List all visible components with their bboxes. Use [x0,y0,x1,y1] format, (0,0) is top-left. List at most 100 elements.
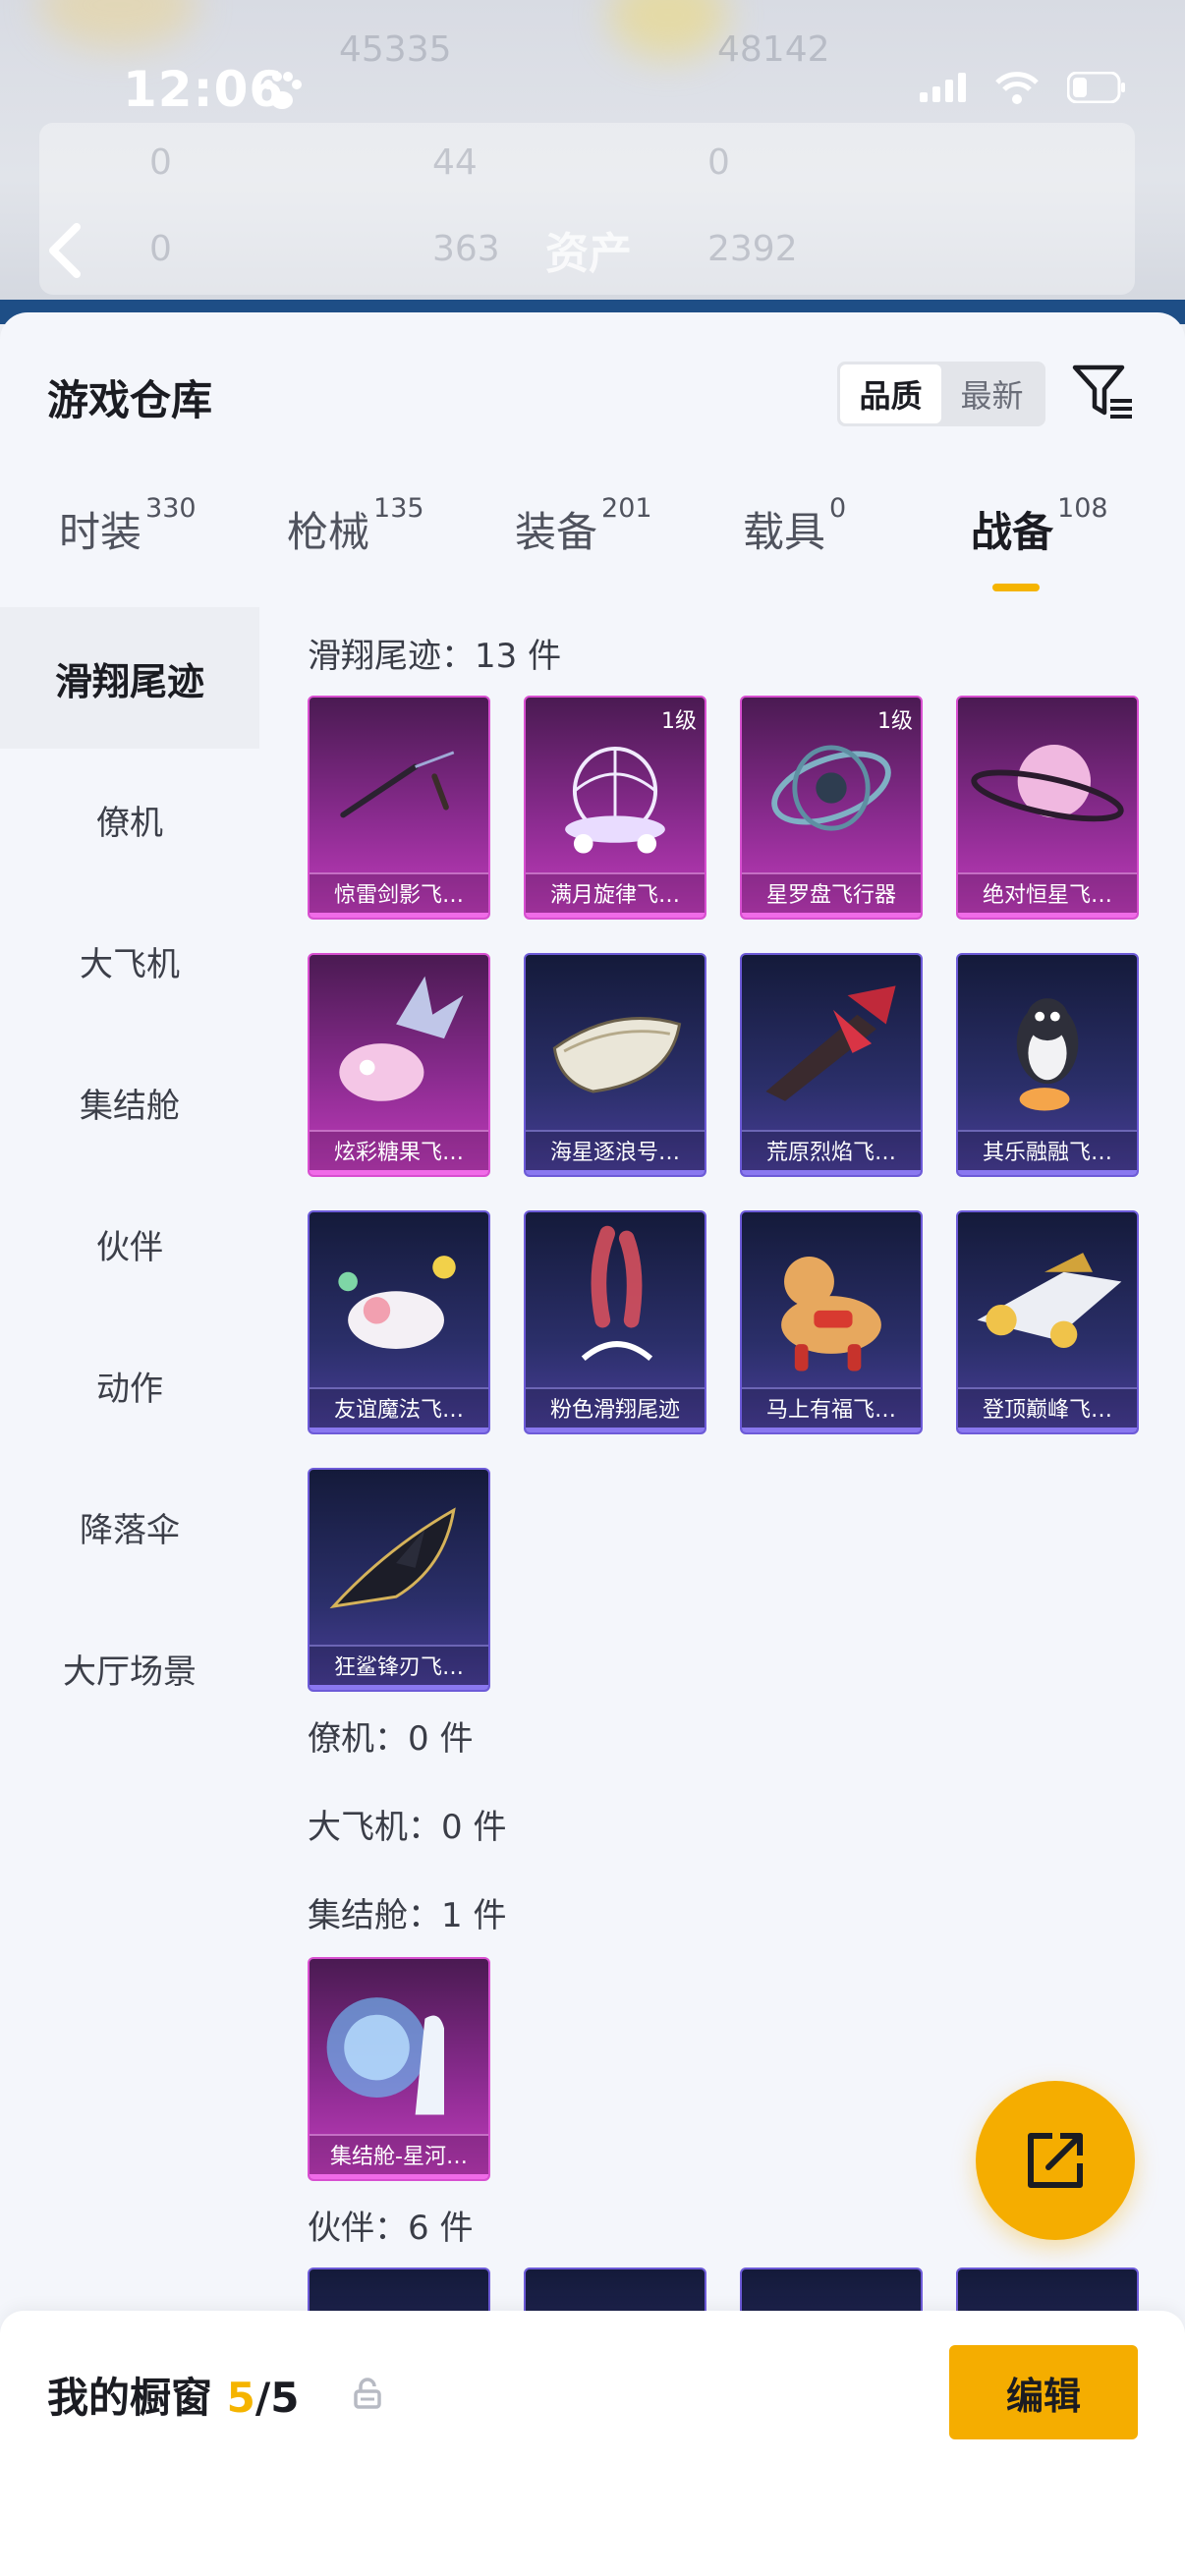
tab-count: 201 [601,493,652,524]
item-name: 粉色滑翔尾迹 [526,1387,705,1432]
pink-trail-icon [581,1225,653,1362]
ghost-number: 45335 [339,29,452,70]
tab-count: 0 [829,493,847,524]
flame-glider-icon [765,985,896,1101]
portal-icon [326,1997,444,2115]
tab-label: 时装 [59,508,142,556]
nav-item-wingman[interactable]: 僚机 [0,749,259,890]
status-icons [920,71,1126,104]
ghost-number: 48142 [717,29,830,70]
item-name: 炫彩糖果飞… [310,1130,488,1175]
section-label-big-plane: 大飞机：0 件 [308,1808,507,1847]
showcase-count-total: 5 [270,2374,300,2422]
tab-label: 装备 [515,508,598,556]
item-card[interactable]: 其乐融融飞… [956,953,1139,1177]
sort-toggle: 品质 最新 [837,362,1045,426]
item-card[interactable]: 粉色滑翔尾迹 [524,1210,706,1434]
blurred-avatar [609,0,727,59]
tab-label: 枪械 [287,508,370,556]
tab-tactical[interactable]: 战备 108 [971,493,1108,559]
ghost-number: 44 [432,142,478,183]
share-button[interactable] [976,2081,1135,2240]
section-label-assembly-pod: 集结舱：1 件 [308,1896,507,1935]
filter-icon[interactable] [1071,362,1134,422]
shark-icon [329,1507,456,1609]
item-grid: 滑翔尾迹：13 件 惊雷剑影飞… 1级 满月旋律飞… 1级 星罗盘飞行器 绝对恒… [259,607,1185,2317]
item-card[interactable]: 登顶巅峰飞… [956,1210,1139,1434]
tab-count: 135 [373,493,424,524]
item-name: 星罗盘飞行器 [742,872,921,918]
horse-icon [781,1257,881,1372]
item-card[interactable]: 1级 满月旋律飞… [524,696,706,920]
penguin-icon [1016,998,1079,1111]
showcase-bar: 我的橱窗 5/5 编辑 [0,2311,1185,2576]
nav-item-action[interactable]: 动作 [0,1315,259,1456]
item-name: 海星逐浪号… [526,1130,705,1175]
item-card[interactable]: 荒原烈焰飞… [740,953,923,1177]
item-card[interactable] [740,2268,923,2317]
level-badge: 1级 [661,709,697,734]
sort-newest-button[interactable]: 最新 [941,364,1043,423]
nav-item-lobby-scene[interactable]: 大厅场景 [0,1597,259,1739]
category-tabs: 时装 330 枪械 135 装备 201 载具 0 战备 108 [0,493,1185,597]
nav-item-big-plane[interactable]: 大飞机 [0,890,259,1032]
nav-item-parachute[interactable]: 降落伞 [0,1456,259,1597]
nav-item-assembly-pod[interactable]: 集结舱 [0,1032,259,1173]
item-name: 荒原烈焰飞… [742,1130,921,1175]
lock-icon [354,2378,381,2409]
item-card[interactable]: 惊雷剑影飞… [308,696,490,920]
showcase-label: 我的橱窗 [47,2374,213,2422]
paw-icon [263,72,302,109]
planet-icon [971,744,1124,822]
nav-item-partner[interactable]: 伙伴 [0,1173,259,1315]
blurred-avatar [39,0,197,49]
item-card[interactable] [956,2268,1139,2317]
item-card[interactable]: 友谊魔法飞… [308,1210,490,1434]
item-card[interactable]: 狂鲨锋刃飞… [308,1468,490,1692]
tab-label: 载具 [743,508,826,556]
item-name: 友谊魔法飞… [310,1387,488,1432]
back-icon[interactable] [43,221,86,280]
item-card[interactable]: 集结舱-星河… [308,1957,490,2181]
tab-label: 战备 [971,508,1054,556]
tab-fashion[interactable]: 时装 330 [59,493,197,559]
item-card[interactable]: 马上有福飞… [740,1210,923,1434]
tab-active-indicator [992,584,1040,591]
item-card[interactable]: 1级 星罗盘飞行器 [740,696,923,920]
item-card[interactable] [524,2268,706,2317]
ghost-number: 0 [149,229,172,269]
item-card[interactable]: 海星逐浪号… [524,953,706,1177]
boat-icon [552,1017,682,1093]
signal-icon [920,73,966,102]
showcase-count-separator: / [254,2374,271,2422]
item-card[interactable]: 炫彩糖果飞… [308,953,490,1177]
tab-equipment[interactable]: 装备 201 [515,493,652,559]
edit-button[interactable]: 编辑 [949,2345,1138,2439]
section-label-wingman: 僚机：0 件 [308,1719,474,1759]
item-name: 登顶巅峰飞… [958,1387,1137,1432]
item-card[interactable]: 绝对恒星飞… [956,696,1139,920]
showcase-count-current: 5 [226,2374,255,2422]
battery-icon [1067,72,1125,103]
item-name: 惊雷剑影飞… [310,872,488,918]
sort-quality-button[interactable]: 品质 [840,364,941,423]
level-badge: 1级 [877,709,913,734]
background-header: 45335 48142 0 44 0 0 363 2392 资产 [0,0,1185,324]
item-card[interactable] [308,2268,490,2317]
item-name: 满月旋律飞… [526,872,705,918]
tab-count: 330 [145,493,197,524]
ghost-number: 0 [707,142,730,183]
sub-category-nav: 滑翔尾迹 僚机 大飞机 集结舱 伙伴 动作 降落伞 大厅场景 [0,607,259,2317]
section-label-partner: 伙伴：6 件 [308,2209,474,2248]
section-label-glider: 滑翔尾迹：13 件 [308,637,562,676]
sheet-title: 游戏仓库 [47,376,213,424]
candy-icon [339,976,464,1101]
tab-count: 108 [1057,493,1108,524]
item-name: 绝对恒星飞… [958,872,1137,918]
tab-firearms[interactable]: 枪械 135 [287,493,424,559]
jet-icon [977,1253,1122,1349]
tab-vehicles[interactable]: 载具 0 [743,493,846,559]
item-name: 马上有福飞… [742,1387,921,1432]
item-name: 集结舱-星河… [310,2134,488,2179]
nav-item-glider-trail[interactable]: 滑翔尾迹 [0,607,259,749]
